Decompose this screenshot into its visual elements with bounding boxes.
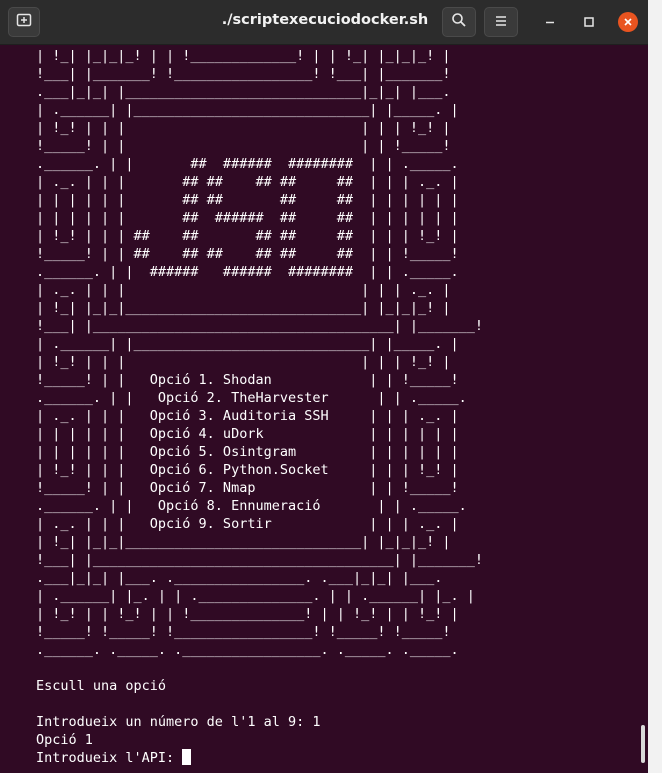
terminal-line: | !_| |_|_|_____________________________… (36, 534, 451, 550)
terminal-line: .___|_|_| |_____________________________… (36, 84, 451, 100)
terminal-line: | .______| |_. | | .______________. | | … (36, 588, 475, 604)
terminal-line: !___| |_______! !_________________! !___… (36, 66, 451, 82)
search-button[interactable] (442, 7, 476, 37)
hamburger-menu-icon (494, 13, 508, 32)
terminal-line: | !_! | | | | | | !_! | (36, 354, 451, 370)
terminal-line: | !_! | | | ## ## ## ## ## | | | !_! | (36, 228, 459, 244)
terminal-line: !_____! | | Opció 7. Nmap | | !_____! (36, 480, 459, 496)
new-tab-button[interactable] (8, 7, 40, 37)
terminal-line: | | | | | | ## ###### ## ## | | | | | | (36, 210, 459, 226)
text-cursor (182, 749, 192, 765)
terminal-line: !___| |_________________________________… (36, 552, 484, 568)
terminal-line: !___| |_________________________________… (36, 318, 484, 334)
terminal-line: Opció 1 (36, 732, 93, 748)
terminal-line: !_____! | | ## ## ## ## ## ## | | !_____… (36, 246, 459, 262)
terminal-line: .______. | | Opció 8. Ennumeració | | ._… (36, 498, 467, 514)
terminal-line: .___|_|_| |___. .________________. .___|… (36, 570, 443, 586)
terminal-line: | ._. | | | Opció 3. Auditoria SSH | | |… (36, 408, 459, 424)
close-icon (618, 12, 638, 32)
terminal-line: Escull una opció (36, 678, 167, 694)
terminal-line: !_____! | | Opció 1. Shodan | | !_____! (36, 372, 459, 388)
maximize-icon (583, 13, 595, 32)
terminal-line: Introdueix un número de l'1 al 9: 1 (36, 714, 321, 730)
terminal-line: | !_| |_|_|_! | | !_____________! | | !_… (36, 48, 451, 64)
terminal-line: | !_| |_|_|_____________________________… (36, 300, 451, 316)
terminal-line: !_____! | | | | !_____! (36, 138, 451, 154)
terminal-window: ./scriptexecuciodocker.sh | !_| |_|_|_! … (0, 0, 648, 773)
new-tab-icon (16, 12, 32, 32)
window-title: ./scriptexecuciodocker.sh (221, 12, 429, 28)
minimize-button[interactable] (540, 12, 560, 32)
terminal-line: | | | | | | Opció 4. uDork | | | | | | (36, 426, 459, 442)
terminal-line: | .______| |____________________________… (36, 336, 459, 352)
close-button[interactable] (618, 12, 638, 32)
terminal-line: | !_! | | | Opció 6. Python.Socket | | |… (36, 462, 459, 478)
scrollbar[interactable] (641, 725, 645, 763)
terminal-line: .______. | | Opció 2. TheHarvester | | .… (36, 390, 467, 406)
terminal-line: !_____! !_____! !_________________! !___… (36, 624, 451, 640)
background-window-edge (648, 0, 662, 773)
terminal-line: | ._. | | | | | | ._. | (36, 282, 451, 298)
terminal-line: | .______| |____________________________… (36, 102, 459, 118)
terminal-line: | ._. | | | ## ## ## ## ## | | | ._. | (36, 174, 459, 190)
minimize-icon (544, 13, 556, 32)
terminal-line: | | | | | | Opció 5. Osintgram | | | | |… (36, 444, 459, 460)
terminal-line: | !_! | | !_! | | !______________! | | !… (36, 606, 459, 622)
menu-button[interactable] (484, 7, 518, 37)
terminal-line: Introdueix l'API: (36, 749, 483, 767)
maximize-button[interactable] (579, 12, 599, 32)
terminal-line: | | | | | | ## ## ## ## | | | | | | (36, 192, 459, 208)
title-bar: ./scriptexecuciodocker.sh (0, 0, 648, 45)
terminal-line: .______. | | ###### ###### ######## | | … (36, 264, 459, 280)
search-icon (451, 12, 467, 32)
terminal-line: | ._. | | | Opció 9. Sortir | | | ._. | (36, 516, 459, 532)
terminal-output[interactable]: | !_| |_|_|_! | | !_____________! | | !_… (36, 47, 483, 767)
terminal-line: .______. | | ## ###### ######## | | .___… (36, 156, 459, 172)
terminal-line: .______. ._____. ._________________. .__… (36, 642, 459, 658)
terminal-line: | !_! | | | | | | !_! | (36, 120, 451, 136)
